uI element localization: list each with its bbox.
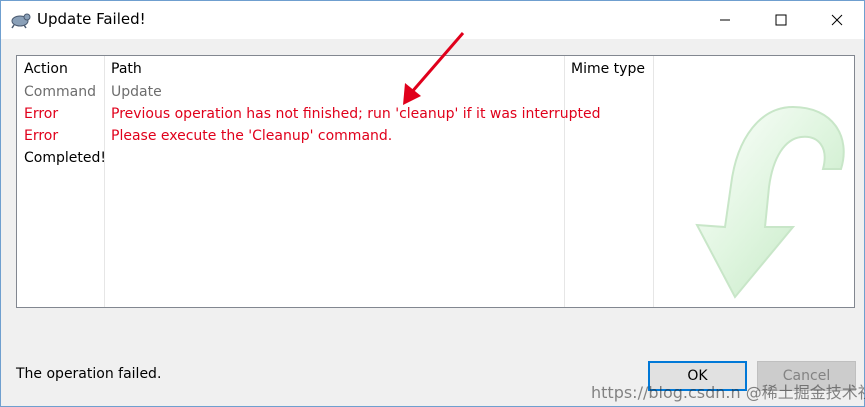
minimize-icon [720,19,730,21]
column-header-mime-type[interactable]: Mime type [571,61,645,77]
column-header-path[interactable]: Path [111,61,142,77]
row-action[interactable]: Completed! [24,150,106,166]
ok-button[interactable]: OK [648,361,747,391]
title-bar[interactable]: Update Failed! [1,1,864,39]
row-path[interactable]: Please execute the 'Cleanup' command. [111,128,392,144]
column-header-action[interactable]: Action [24,61,68,77]
column-divider [564,56,565,307]
close-button[interactable] [813,1,861,39]
row-action[interactable]: Error [24,106,58,122]
row-action[interactable]: Command [24,84,96,100]
close-icon [831,14,843,26]
cancel-button[interactable]: Cancel [757,361,856,391]
column-divider [653,56,654,307]
status-message: The operation failed. [16,366,162,382]
update-failed-dialog: Update Failed! Action Path Mime type Com… [0,0,865,407]
row-path[interactable]: Previous operation has not finished; run… [111,106,601,122]
tortoisesvn-icon [11,13,31,29]
row-action[interactable]: Error [24,128,58,144]
column-divider [104,56,105,307]
minimize-button[interactable] [701,1,749,39]
update-arrow-icon [695,105,845,299]
maximize-button[interactable] [757,1,805,39]
maximize-icon [775,14,787,26]
window-title: Update Failed! [37,10,146,28]
row-path[interactable]: Update [111,84,162,100]
